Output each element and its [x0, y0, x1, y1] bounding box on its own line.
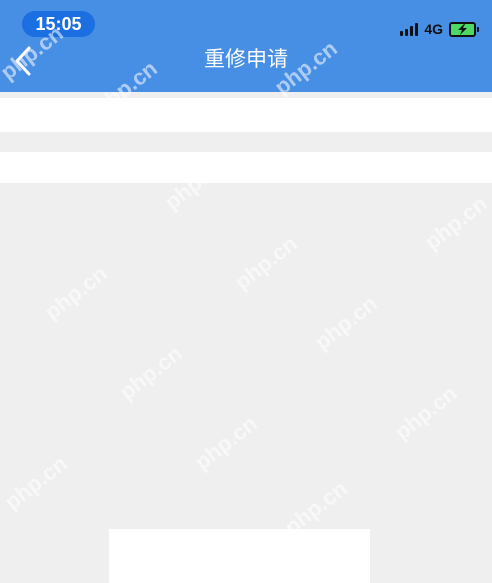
charging-bolt-icon [458, 23, 467, 35]
network-type: 4G [424, 21, 443, 37]
watermark: php.cn [229, 230, 302, 295]
watermark: php.cn [389, 380, 462, 445]
status-time: 15:05 [22, 11, 95, 37]
screen: 15:05 4G 重修申请 php.cn php.cn php.cn php.c… [0, 0, 492, 583]
watermark: php.cn [189, 410, 262, 475]
status-indicators: 4G [400, 19, 479, 39]
signal-icon [400, 22, 419, 36]
battery-icon [449, 21, 479, 37]
watermark: php.cn [309, 290, 382, 355]
form-row-2[interactable] [0, 152, 492, 183]
form-row-1[interactable] [0, 98, 492, 132]
watermark: php.cn [39, 260, 112, 325]
watermark: php.cn [114, 340, 187, 405]
top-bar: 15:05 4G 重修申请 [0, 0, 492, 92]
watermark: php.cn [419, 190, 492, 255]
watermark: php.cn [0, 450, 72, 515]
submit-button[interactable] [109, 529, 370, 583]
page-title: 重修申请 [204, 48, 288, 71]
